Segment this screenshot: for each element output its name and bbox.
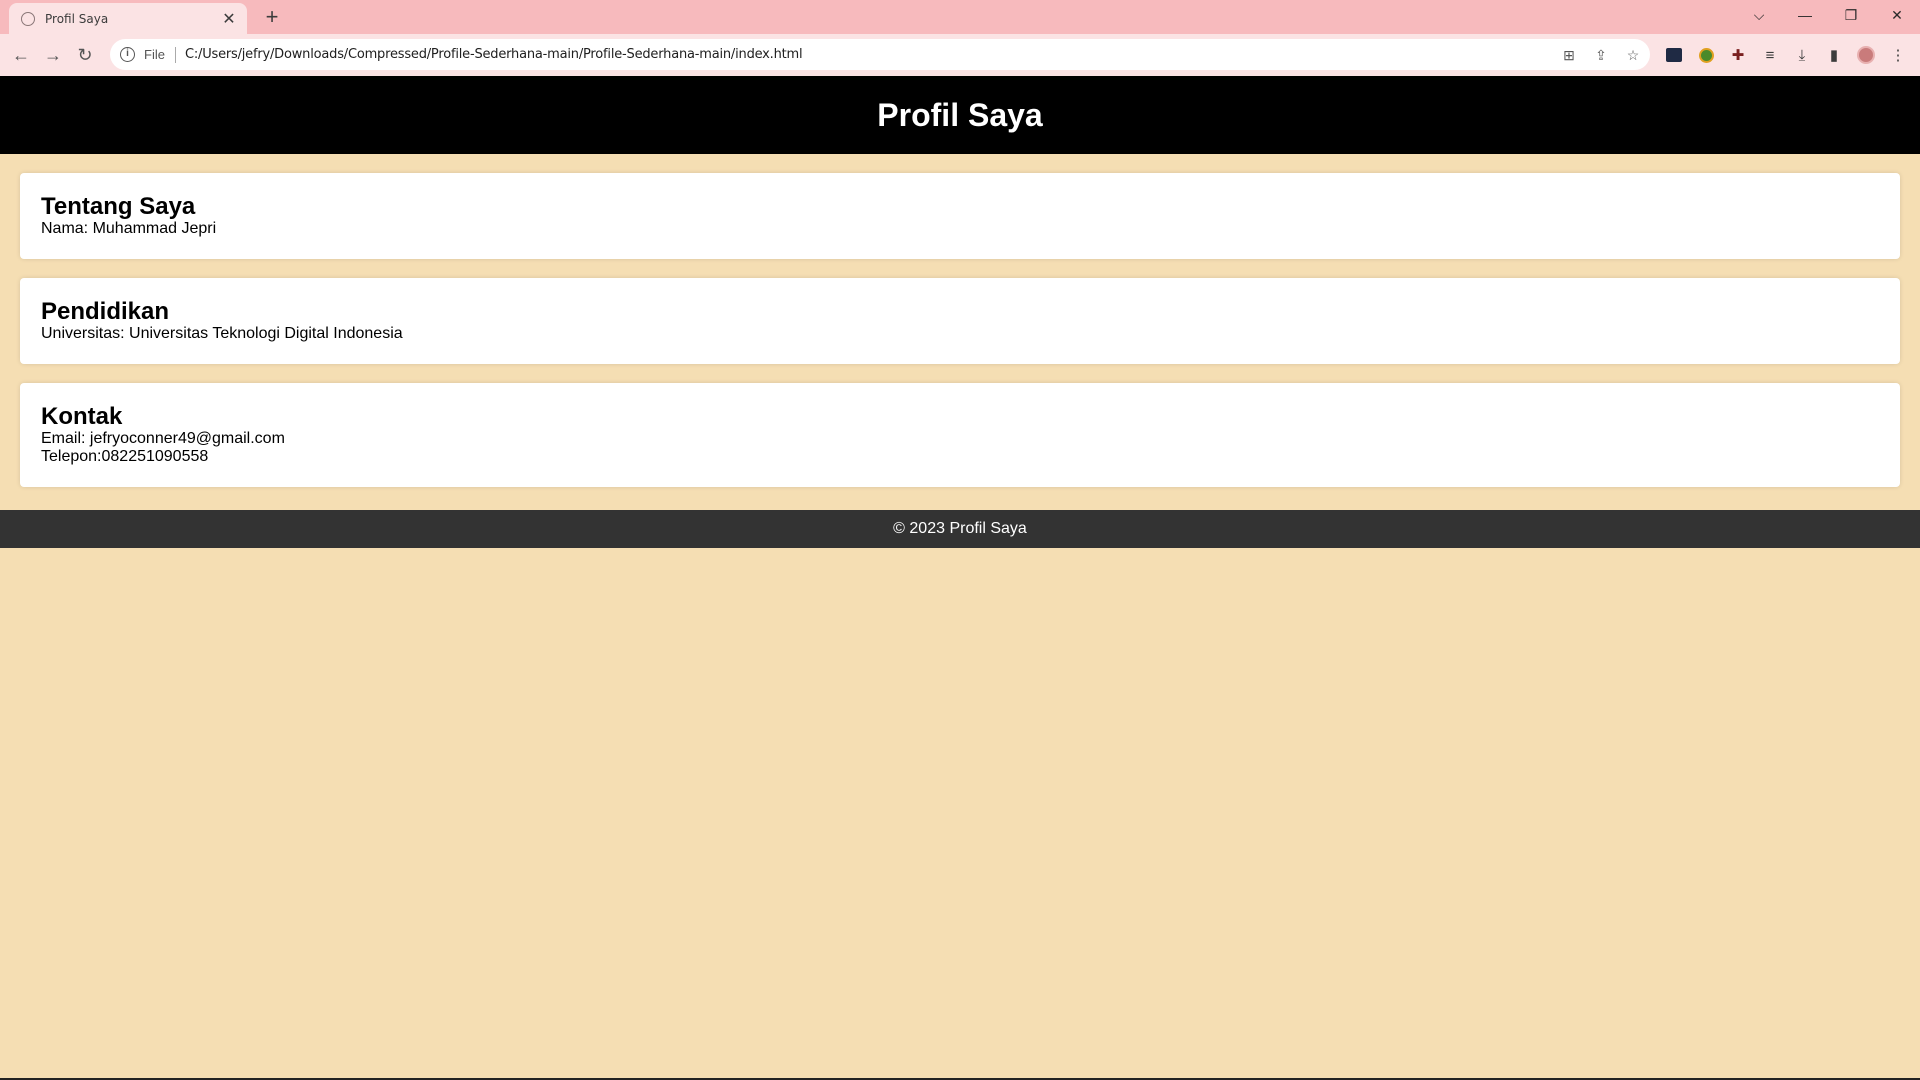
address-scheme: File bbox=[144, 47, 165, 62]
address-divider bbox=[174, 46, 176, 63]
site-header: Profil Saya bbox=[0, 76, 1920, 154]
contact-email: Email: jefryoconner49@gmail.com bbox=[41, 430, 285, 447]
tab-profil-saya[interactable]: Profil Saya ✕ bbox=[9, 3, 247, 34]
close-window-button[interactable]: ✕ bbox=[1874, 0, 1920, 30]
section-heading: Tentang Saya bbox=[41, 193, 196, 220]
extension-globe-icon[interactable] bbox=[1696, 45, 1716, 65]
page-title: Profil Saya bbox=[877, 96, 1043, 133]
address-bar[interactable]: i File C:/Users/jefry/Downloads/Compress… bbox=[110, 39, 1650, 70]
restore-button[interactable]: ❐ bbox=[1828, 0, 1874, 30]
info-icon[interactable]: i bbox=[120, 47, 135, 62]
section-kontak: Kontak Email: jefryoconner49@gmail.com T… bbox=[20, 383, 1900, 487]
main-content: Tentang Saya Nama: Muhammad Jepri Pendid… bbox=[0, 154, 1920, 487]
tab-search-icon[interactable]: ⌵ bbox=[1736, 0, 1782, 30]
close-tab-icon[interactable]: ✕ bbox=[221, 9, 237, 29]
section-heading: Pendidikan bbox=[41, 298, 170, 325]
browser-toolbar: ← → ↻ i File C:/Users/jefry/Downloads/Co… bbox=[0, 34, 1920, 76]
section-pendidikan: Pendidikan Universitas: Universitas Tekn… bbox=[20, 278, 1900, 364]
reading-list-icon[interactable]: ≡ bbox=[1760, 45, 1780, 65]
section-text: Universitas: Universitas Teknologi Digit… bbox=[41, 325, 403, 342]
site-footer: © 2023 Profil Saya bbox=[0, 510, 1920, 548]
new-tab-button[interactable]: + bbox=[260, 6, 284, 30]
footer-text: © 2023 Profil Saya bbox=[893, 520, 1027, 537]
reload-button[interactable]: ↻ bbox=[72, 42, 98, 68]
side-panel-icon[interactable]: ▮ bbox=[1824, 45, 1844, 65]
share-icon[interactable]: ⇪ bbox=[1592, 46, 1610, 64]
globe-icon bbox=[21, 11, 35, 26]
section-heading: Kontak bbox=[41, 403, 123, 430]
extensions-puzzle-icon[interactable]: ✚ bbox=[1728, 45, 1748, 65]
extension-dark-icon[interactable] bbox=[1664, 45, 1684, 65]
section-tentang-saya: Tentang Saya Nama: Muhammad Jepri bbox=[20, 173, 1900, 259]
section-text: Nama: Muhammad Jepri bbox=[41, 220, 217, 237]
tab-strip: Profil Saya ✕ + ⌵ — ❐ ✕ bbox=[0, 0, 1920, 34]
translate-icon[interactable]: ⊞ bbox=[1560, 46, 1578, 64]
address-url[interactable]: C:/Users/jefry/Downloads/Compressed/Prof… bbox=[185, 47, 803, 62]
minimize-button[interactable]: — bbox=[1782, 0, 1828, 30]
bookmark-star-icon[interactable]: ☆ bbox=[1624, 46, 1642, 64]
tab-title: Profil Saya bbox=[45, 11, 109, 26]
profile-avatar[interactable] bbox=[1856, 45, 1876, 65]
contact-phone: Telepon:082251090558 bbox=[41, 448, 209, 465]
web-page: Profil Saya Tentang Saya Nama: Muhammad … bbox=[0, 76, 1920, 1078]
back-button[interactable]: ← bbox=[8, 42, 34, 68]
download-icon[interactable]: ⤓ bbox=[1792, 45, 1812, 65]
forward-button[interactable]: → bbox=[40, 42, 66, 68]
menu-kebab-icon[interactable]: ⋮ bbox=[1888, 45, 1908, 65]
